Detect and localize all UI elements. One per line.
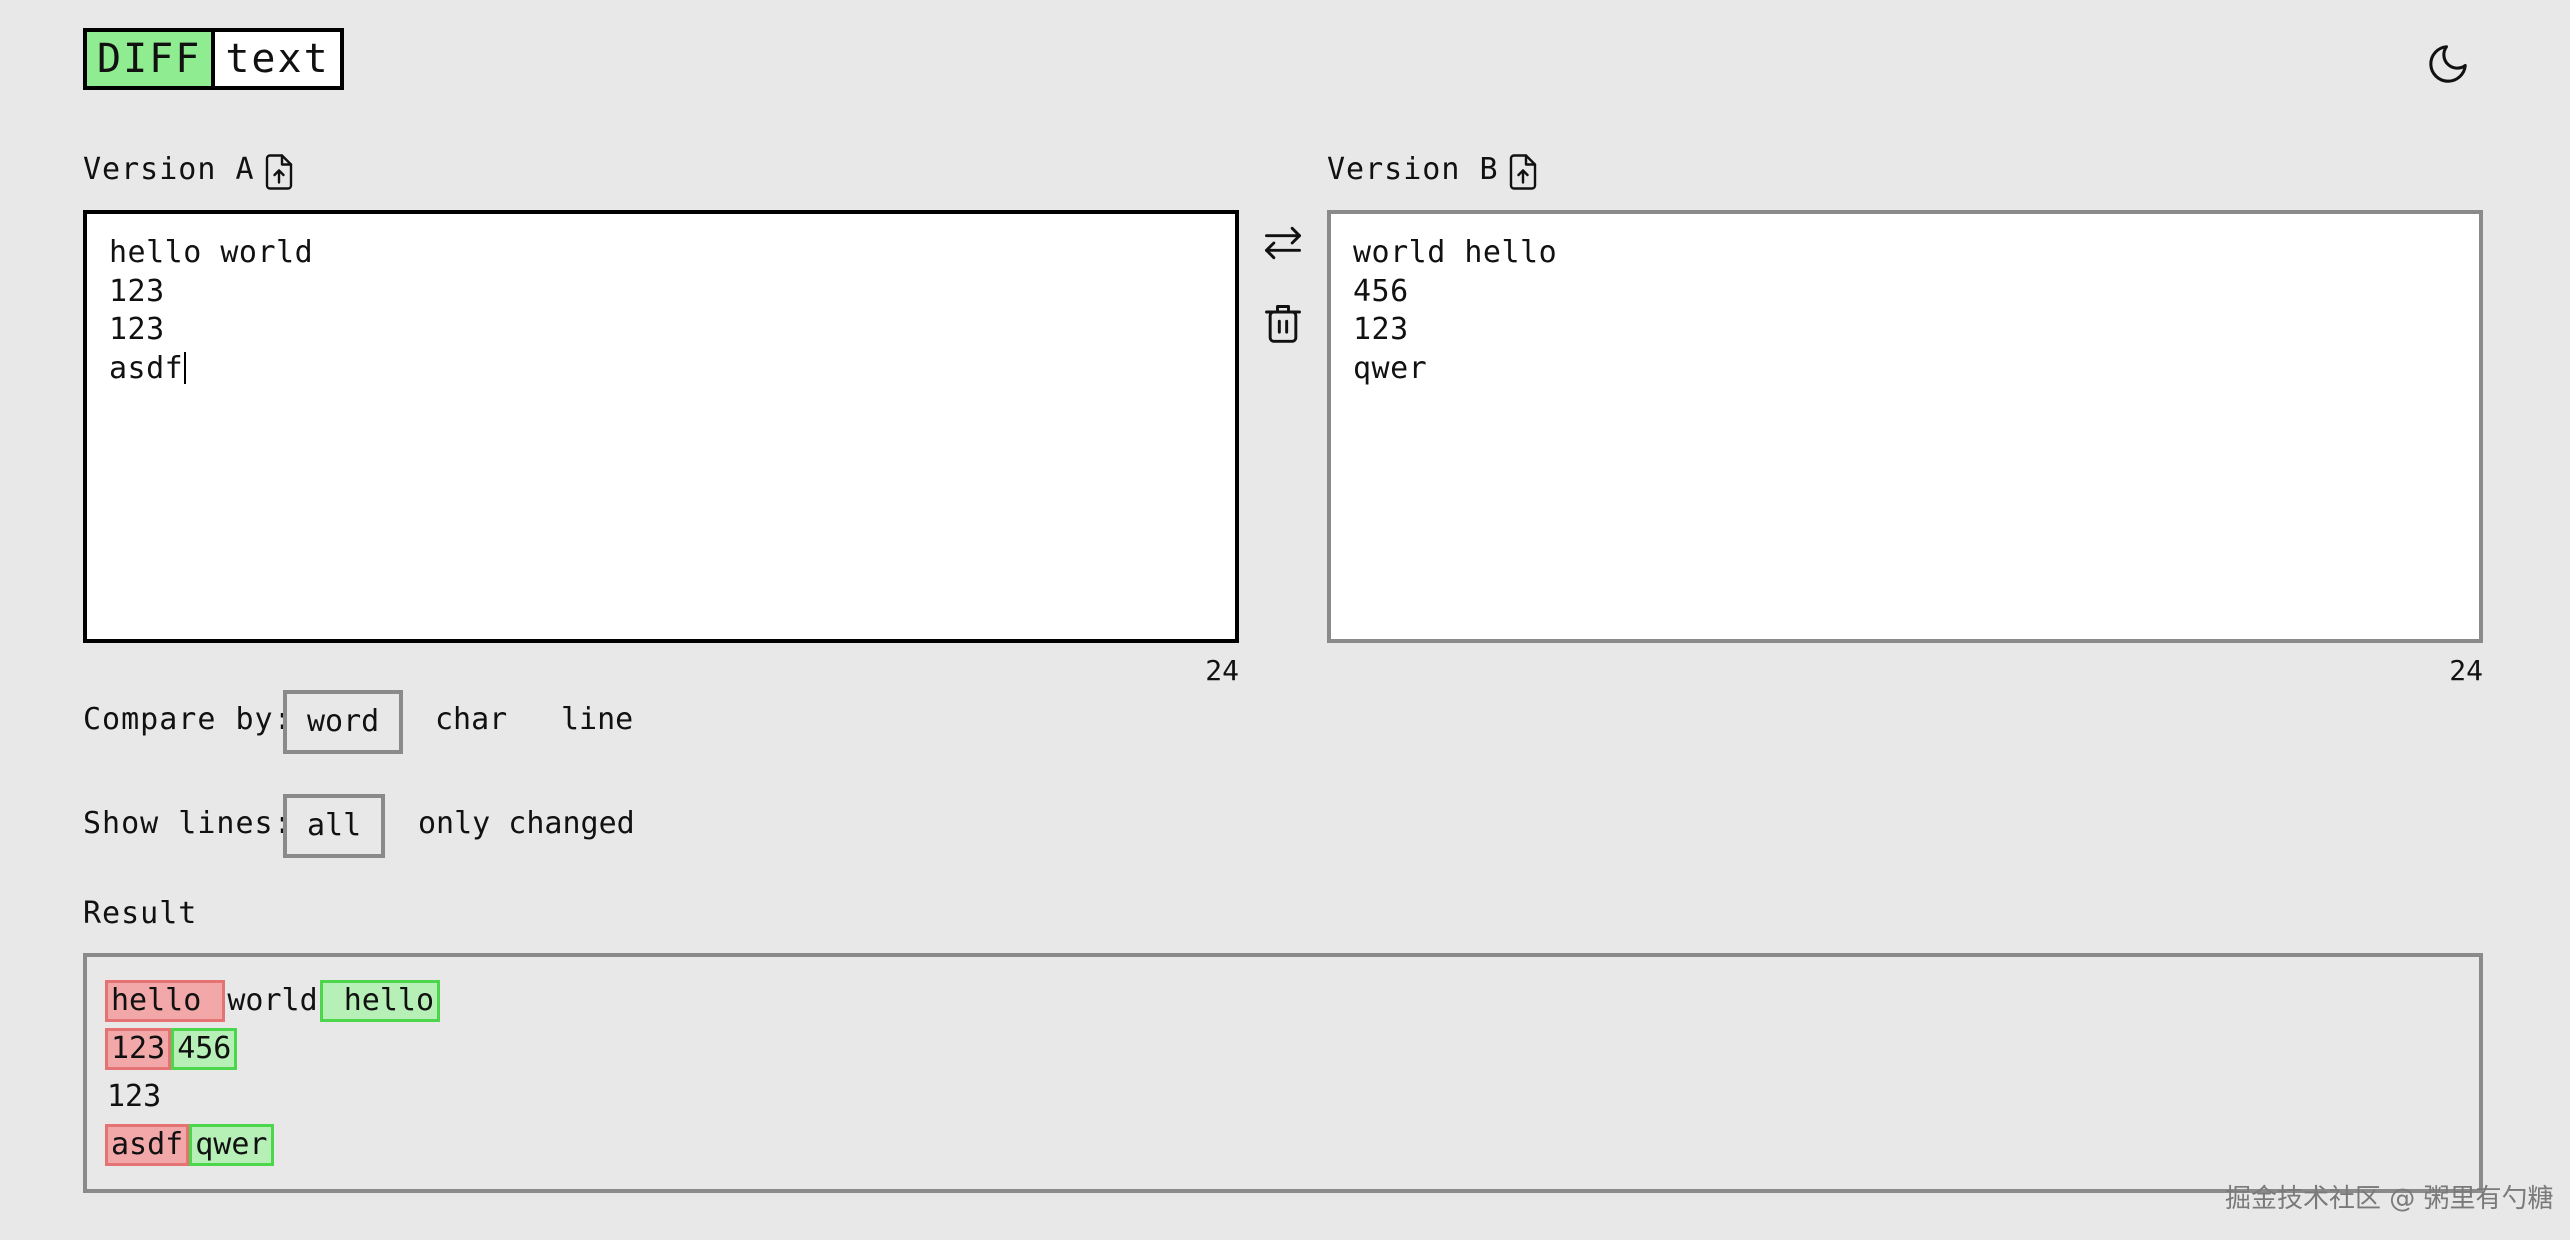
logo-text: text: [225, 36, 330, 82]
compare-by-word-option[interactable]: word: [283, 690, 404, 754]
theme-toggle-button[interactable]: [2420, 36, 2476, 92]
file-upload-icon: [1509, 154, 1537, 190]
upload-file-a-button[interactable]: [261, 152, 297, 192]
result-line: asdf qwer: [105, 1121, 2461, 1169]
result-line: 123 456: [105, 1025, 2461, 1073]
watermark: 掘金技术社区 @ 粥里有勺糖: [2225, 1184, 2554, 1214]
file-upload-icon: [265, 154, 293, 190]
deleted-segment: hello: [105, 980, 226, 1022]
show-lines-label: Show lines:: [83, 806, 293, 841]
trash-icon: [1265, 305, 1301, 343]
show-lines-only-changed-option[interactable]: only changed: [398, 804, 655, 844]
result-line: 123: [105, 1073, 2461, 1121]
added-segment: hello: [319, 980, 441, 1022]
version-a-char-count: 24: [1205, 654, 1239, 687]
version-a-textarea[interactable]: hello world 123 123 asdf: [83, 210, 1239, 643]
compare-by-char-option[interactable]: char: [415, 700, 527, 740]
swap-icon: [1265, 226, 1301, 260]
version-a-text: hello world 123 123 asdf: [109, 235, 314, 386]
logo-diff: DIFF: [87, 32, 216, 86]
version-b-textarea[interactable]: world hello 456 123 qwer: [1327, 210, 2483, 643]
added-segment: 456: [171, 1028, 238, 1070]
version-a-label: Version A: [83, 152, 255, 187]
compare-by-line-option[interactable]: line: [541, 700, 653, 740]
upload-file-b-button[interactable]: [1505, 152, 1541, 192]
result-label: Result: [83, 896, 198, 931]
version-b-text: world hello 456 123 qwer: [1353, 235, 1558, 386]
unchanged-segment: world: [227, 983, 318, 1018]
swap-button[interactable]: [1258, 218, 1308, 268]
app-page: DIFF text Version A Version B hello worl…: [0, 0, 2570, 1240]
deleted-segment: asdf: [105, 1124, 190, 1166]
logo[interactable]: DIFF text: [83, 28, 344, 90]
clear-button[interactable]: [1258, 298, 1308, 348]
deleted-segment: 123: [105, 1028, 172, 1070]
unchanged-segment: 123: [107, 1079, 162, 1114]
text-caret: [184, 351, 187, 384]
show-lines-all-option[interactable]: all: [283, 794, 386, 858]
compare-by-label: Compare by:: [83, 702, 293, 737]
result-panel: hello world hello 123 456 123 asdf qwer: [83, 953, 2483, 1193]
version-b-label: Version B: [1327, 152, 1499, 187]
version-b-char-count: 24: [2449, 654, 2483, 687]
moon-icon: [2429, 45, 2467, 83]
result-line: hello world hello: [105, 977, 2461, 1025]
added-segment: qwer: [189, 1124, 274, 1166]
